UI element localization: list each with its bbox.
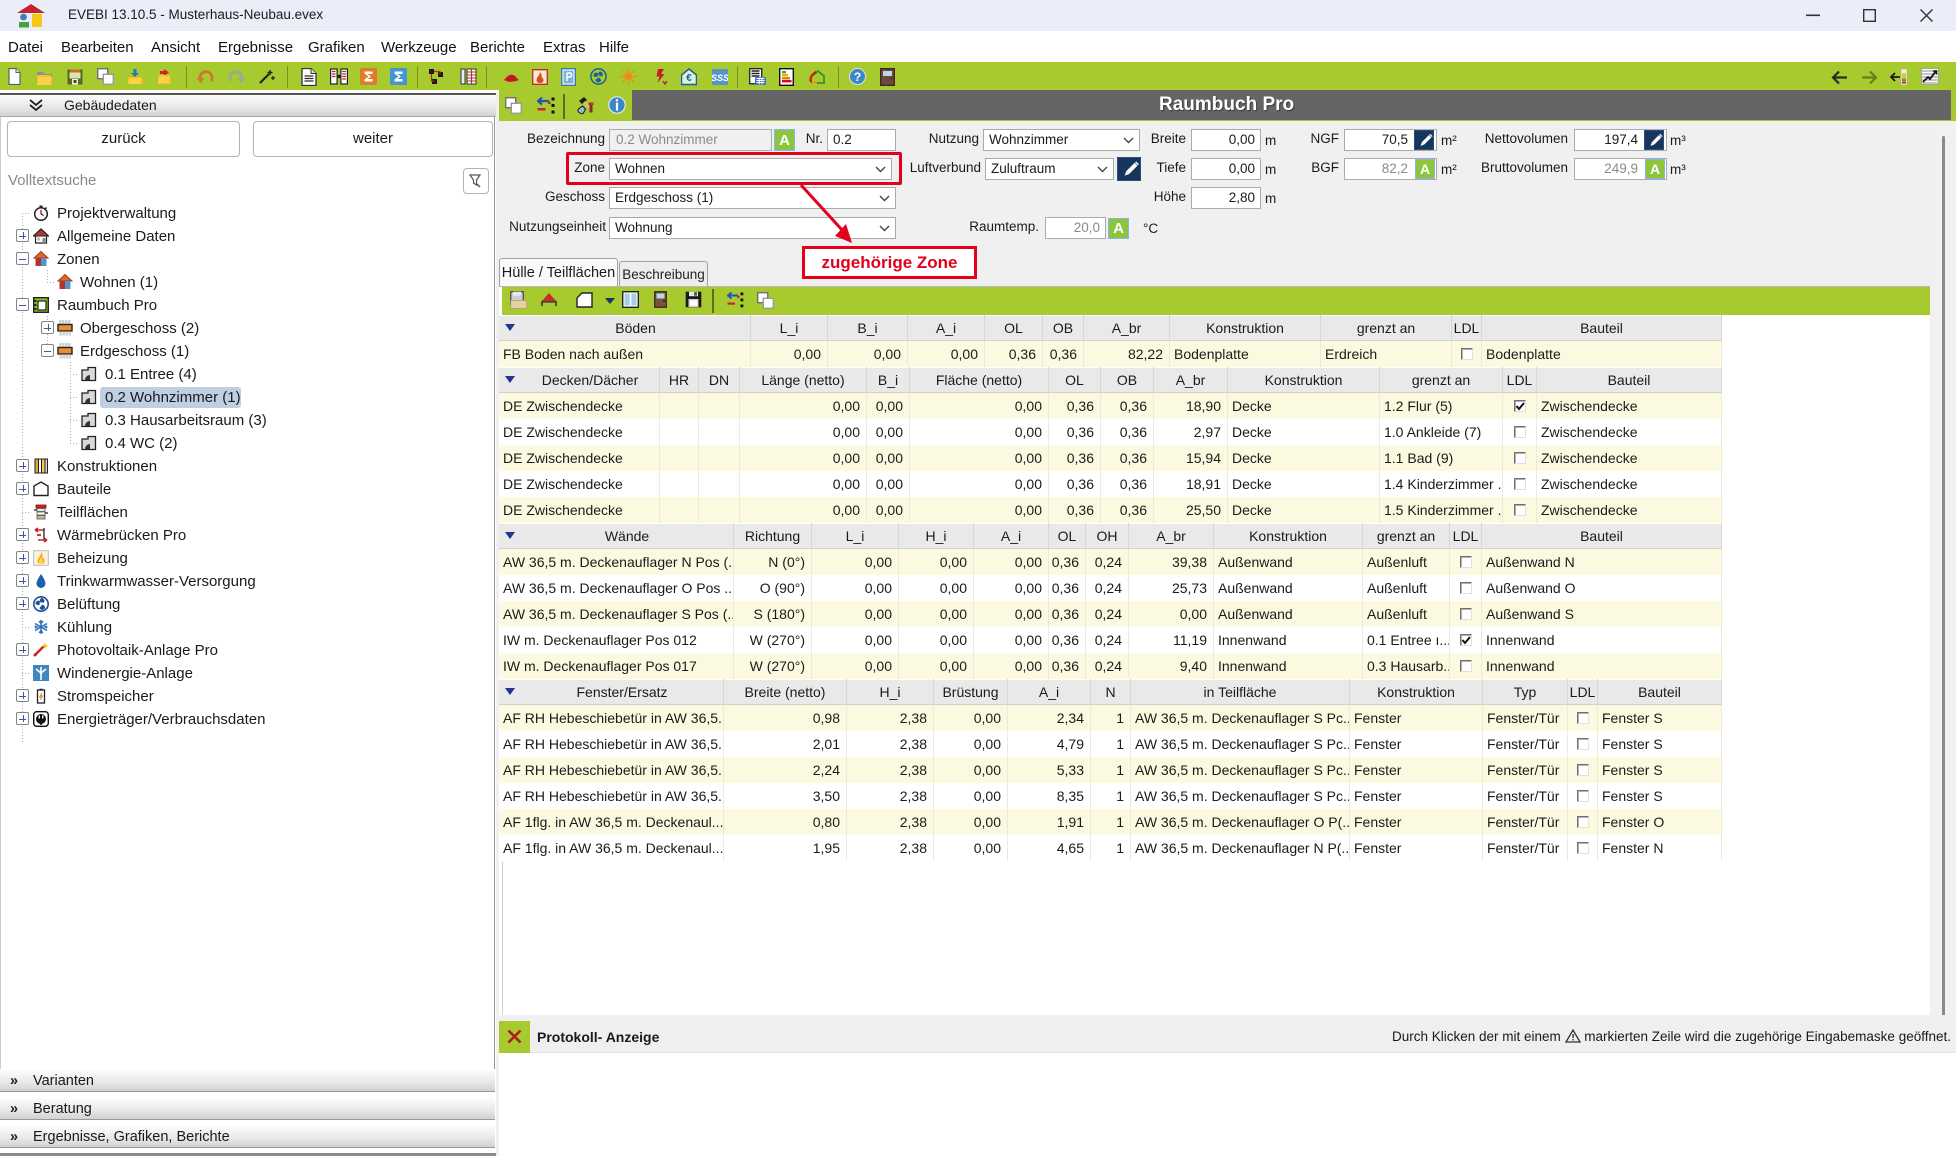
svg-text:SSS: SSS (712, 73, 728, 83)
svg-text:€: € (686, 73, 692, 84)
svg-text:?: ? (854, 70, 861, 84)
